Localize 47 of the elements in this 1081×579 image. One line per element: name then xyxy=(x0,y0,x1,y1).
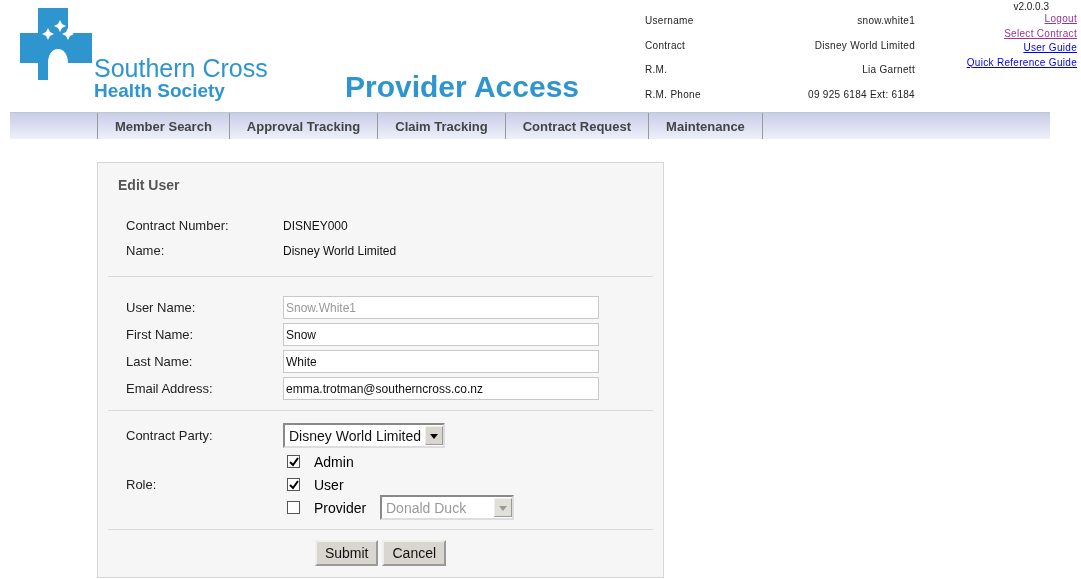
info-value: 09 925 6184 Ext: 6184 xyxy=(807,87,915,102)
field-value: Disney World Limited xyxy=(283,243,398,258)
field-label: Email Address: xyxy=(125,381,214,396)
info-value: Disney World Limited xyxy=(813,38,915,53)
page-title: Provider Access xyxy=(345,70,581,105)
nav-tab[interactable]: Member Search xyxy=(98,113,230,139)
text-field[interactable]: emma.trotman@southerncross.co.nz xyxy=(283,377,599,400)
nav-tab[interactable]: Maintenance xyxy=(649,113,763,139)
contract-party-select[interactable]: Disney World Limited xyxy=(283,423,445,448)
field-label: Last Name: xyxy=(125,354,194,369)
nav-tab[interactable]: Claim Tracking xyxy=(378,113,506,139)
field-value: DISNEY000 xyxy=(283,218,349,233)
nav-tab[interactable]: Contract Request xyxy=(505,113,650,139)
field-label: Contract Number: xyxy=(125,218,230,233)
nav-tab[interactable]: Approval Tracking xyxy=(229,113,379,139)
field-label: Role: xyxy=(125,477,158,492)
info-label: R.M. Phone xyxy=(645,87,702,102)
header-link[interactable]: Quick Reference Guide xyxy=(966,55,1077,70)
checkbox-label: Admin xyxy=(314,453,355,470)
info-label: R.M. xyxy=(645,63,669,77)
checkbox[interactable] xyxy=(287,501,300,514)
header-link[interactable]: Select Contract xyxy=(1004,26,1077,41)
field-label: User Name: xyxy=(125,300,197,315)
logo-wordmark: Southern Cross xyxy=(94,55,268,81)
info-value: Lia Garnett xyxy=(861,63,915,77)
field-label: First Name: xyxy=(125,327,195,342)
info-label: Username xyxy=(645,14,695,28)
text-field[interactable]: White xyxy=(283,350,599,373)
cancel-button[interactable]: Cancel xyxy=(382,540,447,566)
cross-logo-icon xyxy=(20,8,92,80)
checkbox[interactable] xyxy=(287,478,300,491)
submit-button[interactable]: Submit xyxy=(314,540,379,566)
version-label: v2.0.0.3 xyxy=(1013,2,1049,12)
form-title: Edit User xyxy=(117,176,181,193)
info-value: snow.white1 xyxy=(856,14,915,28)
caret-icon xyxy=(425,426,443,445)
field-label: Contract Party: xyxy=(125,428,214,443)
checkbox-label: User xyxy=(314,476,345,493)
logo-subtitle: Health Society xyxy=(94,81,226,101)
checkbox-label: Provider xyxy=(314,499,366,516)
text-field[interactable]: Snow xyxy=(283,323,599,346)
header-link[interactable]: User Guide xyxy=(1023,41,1077,56)
header-link[interactable]: Logout xyxy=(1044,12,1077,27)
checkbox[interactable] xyxy=(287,455,300,468)
info-label: Contract xyxy=(645,38,687,53)
caret-icon xyxy=(494,498,513,517)
field-label: Name: xyxy=(125,243,166,258)
